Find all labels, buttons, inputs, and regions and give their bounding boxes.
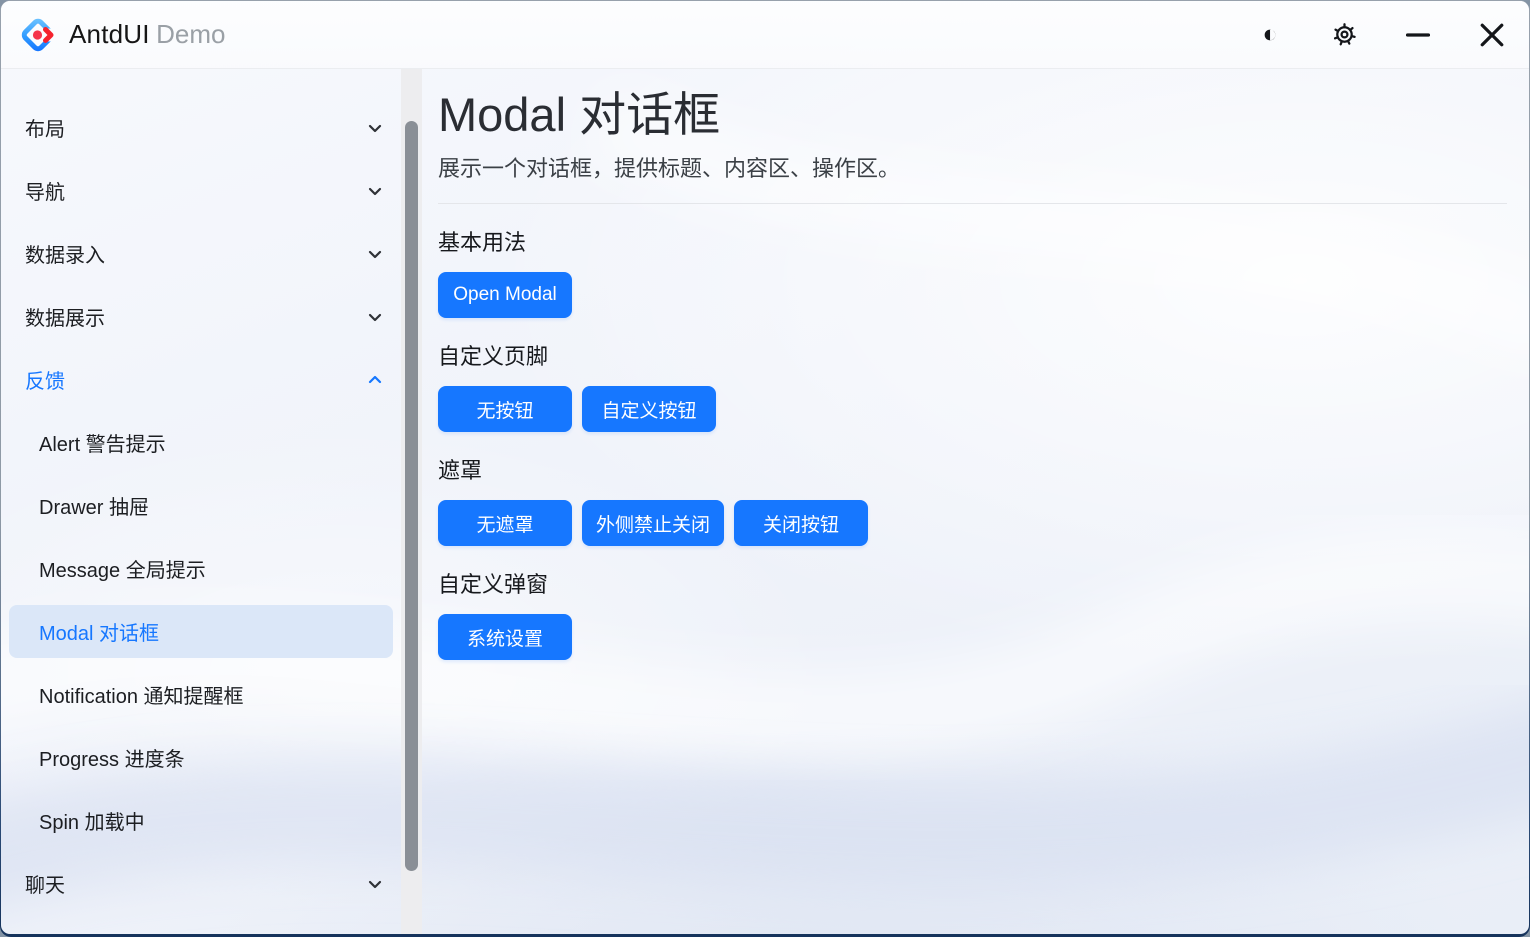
sidebar-item-spin[interactable]: Spin 加载中 <box>1 789 401 852</box>
sidebar-item-label: 布局 <box>25 113 65 142</box>
sidebar-item-label: Progress 进度条 <box>39 743 185 772</box>
chevron-down-icon <box>365 307 385 327</box>
chevron-down-icon <box>365 874 385 894</box>
sidebar-item-navigation[interactable]: 导航 <box>1 159 401 222</box>
btn-system-settings[interactable]: 系统设置 <box>438 614 572 660</box>
sidebar: 布局 导航 数据录入 数据展示 反馈 Alert 警告提示 <box>1 69 401 934</box>
chevron-down-icon <box>365 244 385 264</box>
sidebar-item-label: Drawer 抽屉 <box>39 491 149 520</box>
sidebar-item-label: 数据录入 <box>25 239 105 268</box>
btn-custom-footer-buttons[interactable]: 自定义按钮 <box>582 386 716 432</box>
close-icon <box>1479 22 1505 48</box>
sidebar-item-label: 数据展示 <box>25 302 105 331</box>
sidebar-item-progress[interactable]: Progress 进度条 <box>1 726 401 789</box>
button-row: 系统设置 <box>438 614 1507 660</box>
button-row: Open Modal <box>438 272 1507 318</box>
minimize-icon <box>1406 23 1430 47</box>
button-row: 无按钮 自定义按钮 <box>438 386 1507 432</box>
gear-icon <box>1331 21 1358 48</box>
page-title: Modal 对话框 <box>438 87 1507 142</box>
close-button[interactable] <box>1476 18 1508 52</box>
app-title-suffix: Demo <box>156 19 225 49</box>
antdui-logo-icon <box>19 16 57 54</box>
section-heading-custom-dialog: 自定义弹窗 <box>438 567 1507 599</box>
btn-outside-no-close[interactable]: 外侧禁止关闭 <box>582 500 724 546</box>
sidebar-item-label: Alert 警告提示 <box>39 428 166 457</box>
sidebar-item-drawer[interactable]: Drawer 抽屉 <box>1 474 401 537</box>
sidebar-item-label: Notification 通知提醒框 <box>39 680 244 709</box>
section-heading-basic-usage: 基本用法 <box>438 225 1507 257</box>
titlebar: AntdUI Demo ◐ <box>1 1 1529 69</box>
sidebar-item-data-display[interactable]: 数据展示 <box>1 285 401 348</box>
button-row: 无遮罩 外侧禁止关闭 关闭按钮 <box>438 500 1507 546</box>
contrast-icon: ◐ <box>1262 22 1277 47</box>
sidebar-item-label: 导航 <box>25 176 65 205</box>
sidebar-item-notification[interactable]: Notification 通知提醒框 <box>1 663 401 726</box>
app-window: AntdUI Demo ◐ <box>1 1 1529 934</box>
sidebar-item-layout[interactable]: 布局 <box>1 96 401 159</box>
sidebar-item-feedback[interactable]: 反馈 <box>1 348 401 411</box>
app-window-frame: AntdUI Demo ◐ <box>0 0 1530 937</box>
btn-close-button-demo[interactable]: 关闭按钮 <box>734 500 868 546</box>
section-heading-mask: 遮罩 <box>438 453 1507 485</box>
divider <box>438 203 1507 204</box>
theme-toggle-button[interactable]: ◐ <box>1254 18 1286 52</box>
section-heading-custom-footer: 自定义页脚 <box>438 339 1507 371</box>
sidebar-item-modal[interactable]: Modal 对话框 <box>1 600 401 663</box>
sidebar-item-alert[interactable]: Alert 警告提示 <box>1 411 401 474</box>
sidebar-item-data-entry[interactable]: 数据录入 <box>1 222 401 285</box>
sidebar-item-label: Message 全局提示 <box>39 554 206 583</box>
chevron-down-icon <box>365 181 385 201</box>
window-controls: ◐ <box>1254 18 1508 52</box>
chevron-down-icon <box>365 118 385 138</box>
sidebar-item-label: 聊天 <box>25 869 65 898</box>
chevron-up-icon <box>365 370 385 390</box>
btn-open-modal[interactable]: Open Modal <box>438 272 572 318</box>
page-description: 展示一个对话框，提供标题、内容区、操作区。 <box>438 151 1507 183</box>
sidebar-item-label: Spin 加载中 <box>39 806 145 835</box>
sidebar-item-chat[interactable]: 聊天 <box>1 852 401 915</box>
sidebar-scrollbar-track[interactable] <box>401 69 422 934</box>
btn-no-mask[interactable]: 无遮罩 <box>438 500 572 546</box>
sidebar-item-label: 反馈 <box>25 365 65 394</box>
main-content: Modal 对话框 展示一个对话框，提供标题、内容区、操作区。 基本用法 Ope… <box>422 69 1529 934</box>
sidebar-scrollbar-thumb[interactable] <box>405 121 418 871</box>
app-brand: AntdUI Demo <box>19 16 226 54</box>
app-title-brand: AntdUI <box>69 19 150 49</box>
minimize-button[interactable] <box>1402 18 1434 52</box>
app-title: AntdUI Demo <box>69 19 226 50</box>
btn-no-footer-buttons[interactable]: 无按钮 <box>438 386 572 432</box>
settings-button[interactable] <box>1328 18 1360 52</box>
sidebar-item-message[interactable]: Message 全局提示 <box>1 537 401 600</box>
sidebar-item-label: Modal 对话框 <box>39 617 159 646</box>
